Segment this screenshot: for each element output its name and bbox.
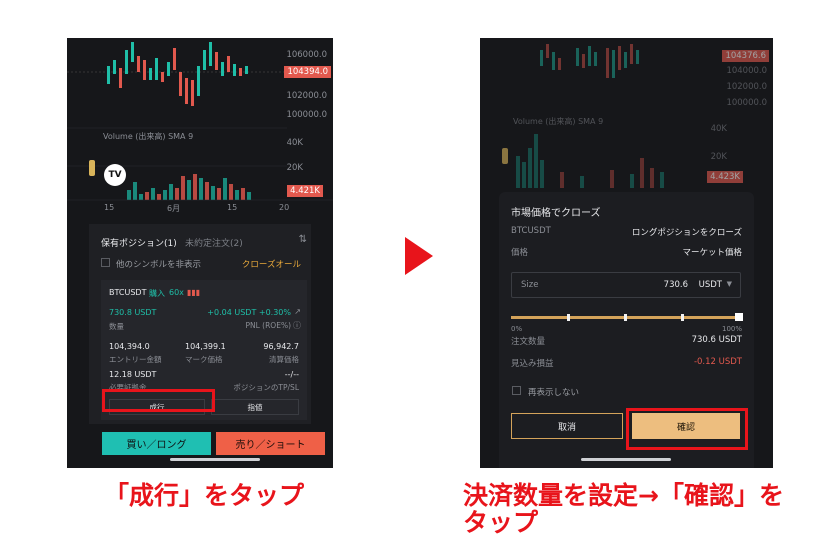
position-leverage: 60x bbox=[169, 288, 184, 297]
limit-close-button[interactable]: 指値 bbox=[211, 399, 299, 415]
slider-tick bbox=[681, 314, 684, 321]
tpsl-value: --/-- bbox=[284, 370, 299, 379]
sell-short-button[interactable]: 売り／ショート bbox=[216, 432, 325, 455]
expected-pnl-value: -0.12 USDT bbox=[693, 357, 742, 367]
x-axis-label: 6月 bbox=[167, 204, 181, 213]
current-price-tag: 104376.6 bbox=[722, 50, 769, 62]
margin-value: 12.18 USDT bbox=[109, 370, 157, 379]
position-size-value: 730.8 USDT bbox=[109, 308, 157, 317]
hide-others-label: 他のシンボルを非表示 bbox=[116, 260, 202, 270]
price-axis-label: 104000.0 bbox=[726, 66, 767, 76]
x-axis-label: 15 bbox=[104, 203, 115, 212]
signal-bars-icon: ▮▮▮ bbox=[187, 288, 201, 297]
share-icon[interactable]: ↗ bbox=[294, 307, 301, 316]
candles bbox=[540, 44, 639, 78]
next-step-arrow-icon bbox=[405, 237, 433, 275]
expected-pnl-label: 見込み損益 bbox=[511, 359, 554, 369]
volume-axis-label: 40K bbox=[286, 138, 303, 148]
size-input-value: 730.6 bbox=[663, 280, 688, 290]
highlight-market-button bbox=[102, 389, 215, 412]
volume-bars bbox=[127, 174, 251, 200]
price-axis-label: 100000.0 bbox=[726, 98, 767, 108]
home-indicator bbox=[170, 458, 260, 461]
pnl-label: PNL (ROE%) bbox=[245, 321, 291, 330]
highlight-confirm-button bbox=[626, 408, 748, 450]
volume-axis-label: 20K bbox=[286, 163, 303, 173]
price-axis-label: 100000.0 bbox=[286, 110, 327, 120]
price-axis-label: 106000.0 bbox=[286, 50, 327, 60]
price-axis-label: 102000.0 bbox=[286, 91, 327, 101]
liq-price-label: 清算価格 bbox=[269, 355, 299, 364]
x-axis-label: 20 bbox=[279, 203, 290, 212]
price-axis-label: 102000.0 bbox=[726, 82, 767, 92]
volume-indicator-label: Volume (出来高) SMA 9 bbox=[513, 117, 604, 126]
phone-screenshot-left: 106000.0 104394.0 102000.0 100000.0 Volu… bbox=[67, 38, 333, 468]
info-icon[interactable]: ⓘ bbox=[293, 320, 301, 331]
position-size-label: 数量 bbox=[109, 322, 124, 331]
liq-price-value: 96,942.7 bbox=[263, 342, 299, 351]
size-input-label: Size bbox=[521, 280, 539, 290]
hide-others-checkbox[interactable] bbox=[101, 258, 110, 267]
volume-bars bbox=[516, 134, 664, 188]
side-collapse-handle[interactable] bbox=[89, 160, 95, 176]
mark-price-value: 104,399.1 bbox=[185, 342, 226, 351]
buy-long-button[interactable]: 買い／ロング bbox=[102, 432, 211, 455]
size-slider[interactable] bbox=[511, 313, 743, 321]
x-axis-label: 15 bbox=[227, 203, 238, 212]
size-unit[interactable]: USDT bbox=[699, 280, 722, 290]
tab-open-orders[interactable]: 未約定注文(2) bbox=[185, 236, 243, 249]
tpsl-label: ポジションのTP/SL bbox=[233, 383, 299, 392]
sort-icon[interactable]: ⇅ bbox=[299, 234, 307, 245]
dont-show-checkbox[interactable] bbox=[512, 386, 521, 395]
caption-left: 「成行」をタップ bbox=[104, 481, 305, 510]
entry-price-value: 104,394.0 bbox=[109, 342, 150, 351]
close-all-link[interactable]: クローズオール bbox=[242, 258, 301, 270]
dont-show-label: 再表示しない bbox=[528, 388, 580, 398]
slider-tick bbox=[624, 314, 627, 321]
price-value: マーケット価格 bbox=[682, 248, 742, 258]
tab-positions[interactable]: 保有ポジション(1) bbox=[101, 236, 177, 249]
mark-price-label: マーク価格 bbox=[185, 355, 223, 364]
modal-title: 市場価格でクローズ bbox=[511, 208, 601, 219]
position-side: 購入 bbox=[149, 289, 165, 298]
modal-symbol: BTCUSDT bbox=[511, 226, 551, 236]
volume-axis-label: 40K bbox=[710, 124, 727, 134]
slider-max-label: 100% bbox=[721, 325, 742, 333]
position-symbol: BTCUSDT bbox=[109, 288, 147, 297]
volume-tag: 4.421K bbox=[287, 185, 323, 197]
price-label: 価格 bbox=[511, 248, 529, 258]
order-qty-label: 注文数量 bbox=[511, 337, 546, 347]
volume-tag: 4.423K bbox=[707, 171, 743, 183]
caption-right-line2: タップ bbox=[463, 508, 539, 537]
modal-action: ロングポジションをクローズ bbox=[631, 228, 742, 238]
pnl-value: +0.04 USDT +0.30% bbox=[207, 308, 291, 317]
candles bbox=[107, 42, 248, 106]
side-collapse-handle[interactable] bbox=[502, 148, 508, 164]
order-qty-value: 730.6 USDT bbox=[691, 335, 742, 345]
current-price-tag: 104394.0 bbox=[284, 66, 331, 78]
size-input[interactable]: Size 730.6 USDT ▼ bbox=[511, 272, 741, 298]
cancel-button[interactable]: 取消 bbox=[511, 413, 623, 439]
caption-right-line1: 決済数量を設定→「確認」を bbox=[463, 481, 784, 510]
volume-indicator-label: Volume (出来高) SMA 9 bbox=[103, 132, 194, 141]
tradingview-logo-icon: TV bbox=[104, 164, 126, 186]
home-indicator bbox=[581, 458, 671, 461]
slider-tick bbox=[567, 314, 570, 321]
volume-axis-label: 20K bbox=[710, 152, 727, 162]
chevron-down-icon[interactable]: ▼ bbox=[727, 280, 732, 288]
entry-price-label: エントリー金額 bbox=[109, 355, 162, 364]
slider-handle[interactable] bbox=[735, 313, 743, 321]
phone-screenshot-right: 104376.6 104000.0 102000.0 100000.0 Volu… bbox=[480, 38, 773, 468]
slider-min-label: 0% bbox=[511, 325, 523, 333]
